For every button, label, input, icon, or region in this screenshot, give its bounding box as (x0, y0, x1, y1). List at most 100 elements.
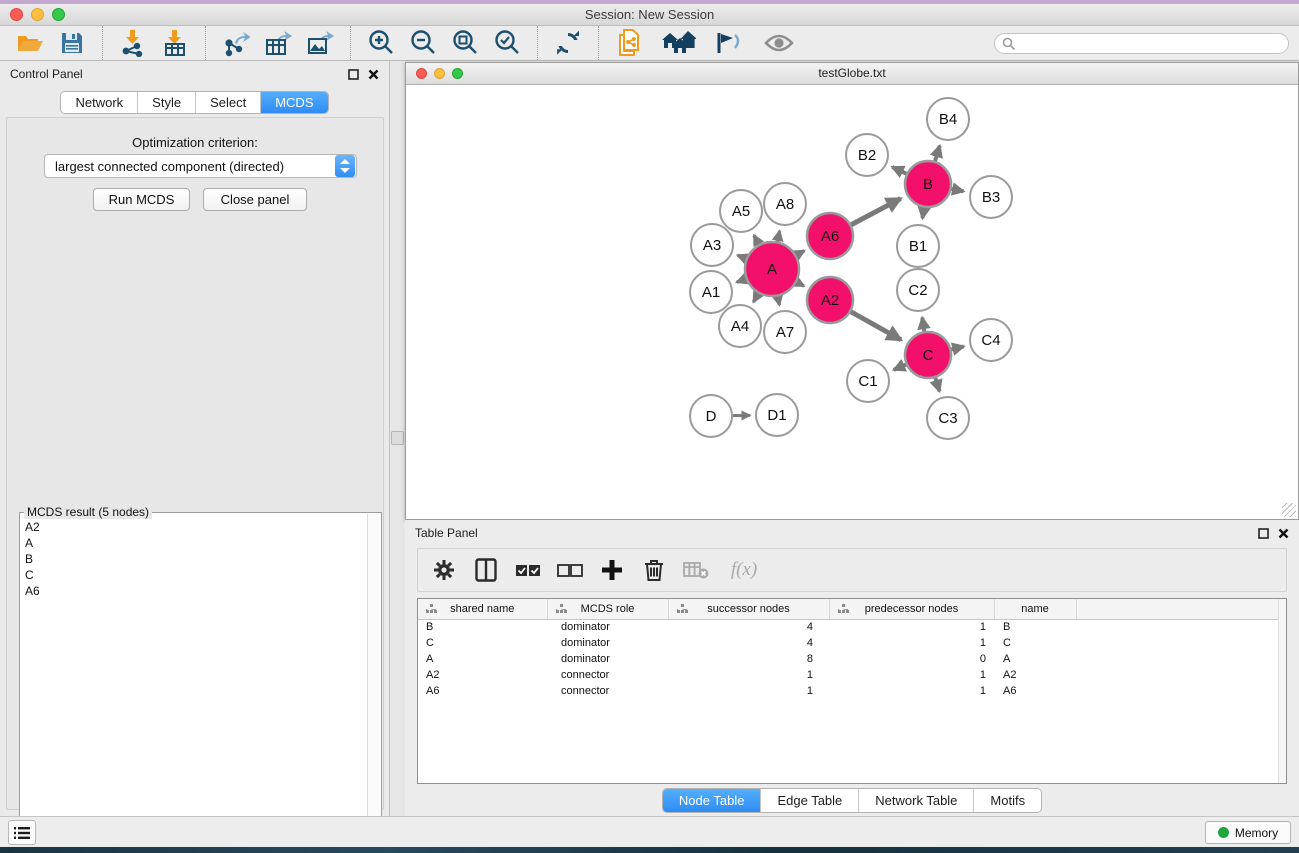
float-table-panel-icon[interactable] (1258, 528, 1269, 539)
edge-B-B2[interactable] (892, 167, 906, 174)
folder-open-icon[interactable] (9, 27, 51, 59)
table-cell[interactable]: B (418, 619, 547, 635)
deselect-all-icon[interactable] (556, 555, 584, 585)
task-list-button[interactable] (8, 820, 36, 845)
mcds-result-list[interactable]: A2ABCA6 (21, 519, 367, 849)
search-field[interactable] (994, 33, 1289, 54)
edge-A2-C[interactable] (851, 312, 901, 340)
close-panel-button[interactable]: Close panel (203, 188, 307, 211)
table-cell[interactable]: A6 (994, 683, 1076, 699)
zoom-out-icon[interactable] (402, 27, 444, 59)
result-item[interactable]: A (21, 535, 367, 551)
edge-C-C1[interactable] (894, 365, 906, 370)
memory-button[interactable]: Memory (1205, 821, 1291, 844)
criterion-dropdown[interactable]: largest connected component (directed) (44, 154, 357, 178)
result-scrollbar[interactable] (367, 514, 380, 850)
graph-node-D1[interactable]: D1 (756, 394, 798, 436)
table-row[interactable]: A6connector11A6 (418, 683, 1278, 699)
table-cell[interactable]: dominator (547, 651, 668, 667)
table-cell[interactable]: C (418, 635, 547, 651)
table-row[interactable]: Cdominator41C (418, 635, 1278, 651)
zoom-fit-icon[interactable] (444, 27, 486, 59)
flag-icon[interactable] (708, 27, 750, 59)
edge-A-A8[interactable] (777, 231, 779, 242)
resize-grip-icon[interactable] (1282, 503, 1296, 517)
table-cell[interactable]: 8 (668, 651, 829, 667)
eye-icon[interactable] (758, 27, 800, 59)
table-cell[interactable]: 1 (668, 683, 829, 699)
tab-style[interactable]: Style (138, 92, 196, 113)
graph-node-C4[interactable]: C4 (970, 319, 1012, 361)
table-row[interactable]: Adominator80A (418, 651, 1278, 667)
graph-node-A6[interactable]: A6 (807, 213, 853, 259)
zoom-selected-icon[interactable] (486, 27, 528, 59)
table-cell[interactable]: B (994, 619, 1076, 635)
edge-C-C3[interactable] (935, 378, 939, 391)
table-cell[interactable]: 1 (829, 619, 994, 635)
edge-A-A7[interactable] (778, 296, 780, 305)
table-row[interactable]: A2connector11A2 (418, 667, 1278, 683)
tab-mcds[interactable]: MCDS (261, 92, 327, 113)
result-item[interactable]: B (21, 551, 367, 567)
edge-A-A3[interactable] (738, 255, 746, 258)
table-scrollbar[interactable] (1278, 599, 1286, 783)
table-cell[interactable]: dominator (547, 619, 668, 635)
tab-node-table[interactable]: Node Table (663, 789, 762, 812)
graph-node-D[interactable]: D (690, 395, 732, 437)
edge-B-B3[interactable] (952, 189, 964, 191)
edge-A-A2[interactable] (797, 282, 804, 286)
houses-icon[interactable] (658, 27, 700, 59)
column-header-name[interactable]: name (994, 599, 1076, 619)
tab-edge-table[interactable]: Edge Table (761, 789, 859, 812)
graph-node-B[interactable]: B (905, 161, 951, 207)
tab-network[interactable]: Network (61, 92, 138, 113)
import-network-icon[interactable] (112, 27, 154, 59)
settings-gear-icon[interactable] (430, 555, 458, 585)
function-builder-icon[interactable]: f(x) (724, 555, 764, 585)
result-item[interactable]: A6 (21, 583, 367, 599)
graph-node-A3[interactable]: A3 (691, 224, 733, 266)
network-canvas[interactable]: B4B2BB3A8A5A6A3B1AC2A1A2A4A7C4CC1D1DC3 (407, 85, 1297, 519)
graph-node-C2[interactable]: C2 (897, 269, 939, 311)
export-network-icon[interactable] (215, 27, 257, 59)
table-cell[interactable]: 0 (829, 651, 994, 667)
table-cell[interactable]: A (418, 651, 547, 667)
graph-node-A1[interactable]: A1 (690, 271, 732, 313)
delete-table-icon[interactable] (682, 555, 710, 585)
table-cell[interactable]: A6 (418, 683, 547, 699)
edge-C-C2[interactable] (922, 318, 924, 332)
table-row[interactable]: Bdominator41B (418, 619, 1278, 635)
graph-node-A2[interactable]: A2 (807, 277, 853, 323)
tab-network-table[interactable]: Network Table (859, 789, 974, 812)
table-cell[interactable]: 1 (829, 635, 994, 651)
graph-node-A5[interactable]: A5 (720, 190, 762, 232)
edge-A-A6[interactable] (796, 251, 804, 256)
edge-A-A4[interactable] (753, 293, 758, 302)
float-panel-icon[interactable] (348, 69, 359, 80)
table-cell[interactable]: dominator (547, 635, 668, 651)
network-document-icon[interactable] (608, 27, 650, 59)
edge-B-B4[interactable] (935, 146, 940, 161)
close-panel-icon[interactable] (368, 69, 379, 80)
table-cell[interactable]: C (994, 635, 1076, 651)
table-cell[interactable]: 4 (668, 635, 829, 651)
delete-icon[interactable] (640, 555, 668, 585)
close-table-panel-icon[interactable] (1278, 528, 1289, 539)
table-cell[interactable]: connector (547, 667, 668, 683)
graph-node-C3[interactable]: C3 (927, 397, 969, 439)
graph-node-B2[interactable]: B2 (846, 134, 888, 176)
column-header-shared-name[interactable]: shared name (418, 599, 547, 619)
table-cell[interactable]: 1 (829, 667, 994, 683)
graph-node-B3[interactable]: B3 (970, 176, 1012, 218)
panel-splitter-handle[interactable] (391, 431, 404, 445)
run-mcds-button[interactable]: Run MCDS (93, 188, 190, 211)
search-input[interactable] (994, 33, 1289, 54)
select-all-icon[interactable] (514, 555, 542, 585)
tab-select[interactable]: Select (196, 92, 261, 113)
node-table[interactable]: shared nameMCDS rolesuccessor nodesprede… (417, 598, 1287, 784)
result-item[interactable]: A2 (21, 519, 367, 535)
graph-node-C1[interactable]: C1 (847, 360, 889, 402)
refresh-icon[interactable] (547, 27, 589, 59)
edge-C-C4[interactable] (951, 346, 963, 349)
result-item[interactable]: C (21, 567, 367, 583)
